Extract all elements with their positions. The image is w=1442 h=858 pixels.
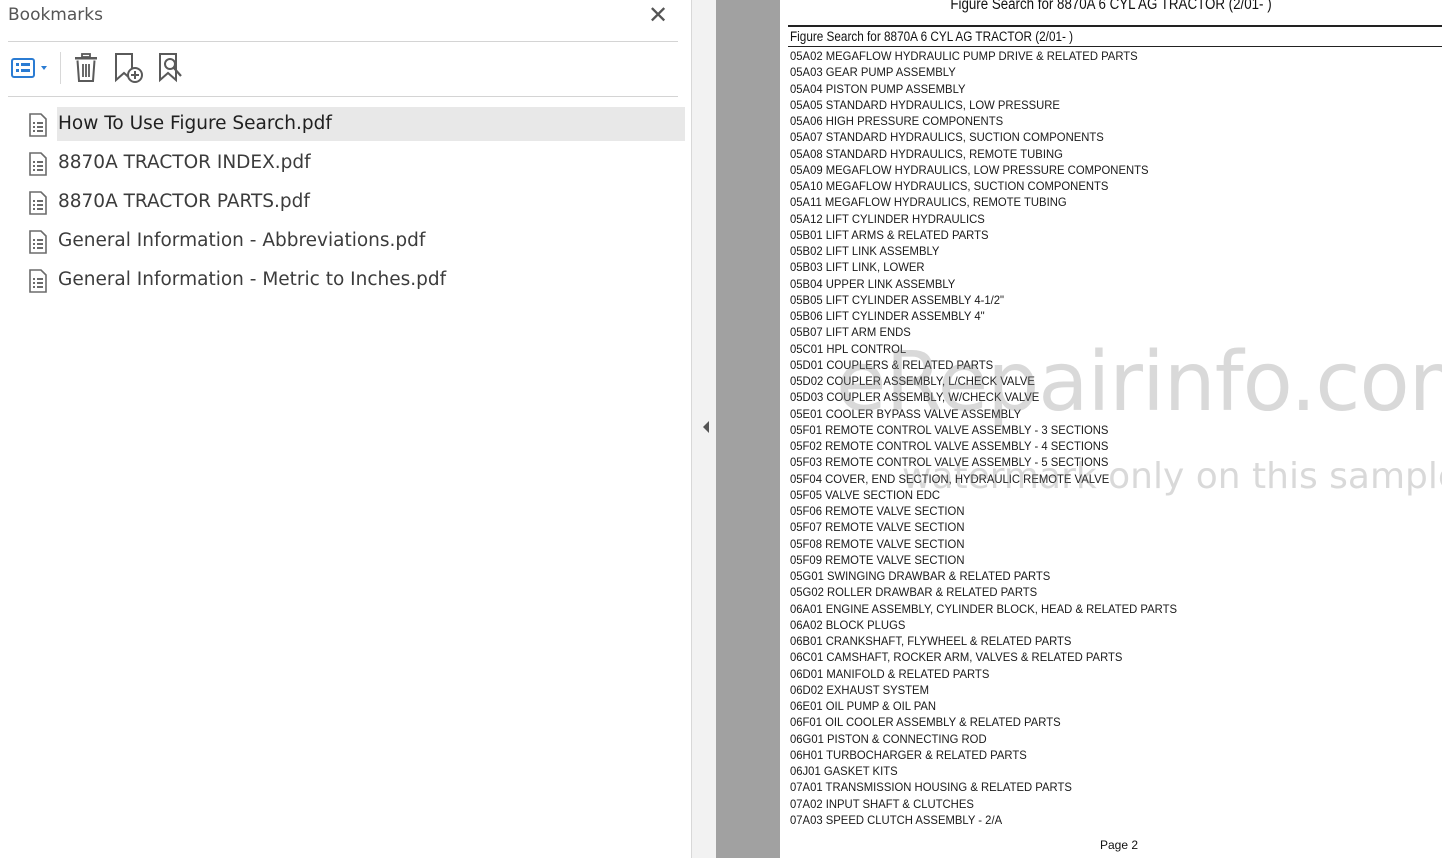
figure-entry[interactable]: 05A07 STANDARD HYDRAULICS, SUCTION COMPO…	[790, 129, 1177, 145]
bookmark-label: General Information - Metric to Inches.p…	[58, 269, 447, 290]
toolbar-divider	[8, 96, 678, 97]
header-divider	[8, 41, 678, 42]
list-options-icon	[11, 58, 47, 78]
document-background	[716, 0, 780, 858]
figure-entry[interactable]: 05A04 PISTON PUMP ASSEMBLY	[790, 81, 1177, 97]
figure-entry[interactable]: 05B01 LIFT ARMS & RELATED PARTS	[790, 227, 1177, 243]
new-bookmark-button[interactable]	[110, 51, 146, 85]
bookmark-label: 8870A TRACTOR PARTS.pdf	[58, 191, 310, 212]
figure-entry[interactable]: 05B05 LIFT CYLINDER ASSEMBLY 4-1/2"	[790, 292, 1177, 308]
figure-entry[interactable]: 06C01 CAMSHAFT, ROCKER ARM, VALVES & REL…	[790, 649, 1177, 665]
figure-entry[interactable]: 06H01 TURBOCHARGER & RELATED PARTS	[790, 747, 1177, 763]
figure-entry[interactable]: 06G01 PISTON & CONNECTING ROD	[790, 731, 1177, 747]
page-number: Page 2	[1100, 838, 1139, 852]
figure-entry[interactable]: 05B04 UPPER LINK ASSEMBLY	[790, 276, 1177, 292]
list-title: Figure Search for 8870A 6 CYL AG TRACTOR…	[790, 29, 1074, 44]
bookmark-from-selection-button[interactable]	[154, 51, 188, 85]
figure-entry[interactable]: 05F09 REMOTE VALVE SECTION	[790, 552, 1177, 568]
figure-entry[interactable]: 06J01 GASKET KITS	[790, 763, 1177, 779]
bookmark-item[interactable]: General Information - Abbreviations.pdf	[0, 223, 692, 262]
watermark-text: eRepairinfo.com	[836, 335, 1442, 430]
watermark-subtext: watermark only on this sample	[902, 456, 1442, 497]
close-panel-button[interactable]: ✕	[646, 3, 670, 27]
figure-entry[interactable]: 05F08 REMOTE VALVE SECTION	[790, 536, 1177, 552]
figure-entry[interactable]: 06F01 OIL COOLER ASSEMBLY & RELATED PART…	[790, 714, 1177, 730]
bookmark-list: How To Use Figure Search.pdf 8870A TRACT…	[0, 106, 692, 301]
bookmark-search-icon	[159, 53, 182, 83]
document-list-icon	[29, 269, 47, 293]
document-list-icon	[29, 152, 47, 176]
figure-entry[interactable]: 05A06 HIGH PRESSURE COMPONENTS	[790, 113, 1177, 129]
document-list-icon	[29, 191, 47, 215]
list-title-rule	[788, 46, 1442, 47]
figure-entry[interactable]: 05A12 LIFT CYLINDER HYDRAULICS	[790, 211, 1177, 227]
figure-list: 05A02 MEGAFLOW HYDRAULIC PUMP DRIVE & RE…	[790, 48, 1202, 828]
figure-entry[interactable]: 06A01 ENGINE ASSEMBLY, CYLINDER BLOCK, H…	[790, 601, 1177, 617]
figure-entry[interactable]: 05G01 SWINGING DRAWBAR & RELATED PARTS	[790, 568, 1177, 584]
figure-entry[interactable]: 05A02 MEGAFLOW HYDRAULIC PUMP DRIVE & RE…	[790, 48, 1177, 64]
bookmark-item[interactable]: General Information - Metric to Inches.p…	[0, 262, 692, 301]
figure-entry[interactable]: 05A05 STANDARD HYDRAULICS, LOW PRESSURE	[790, 97, 1177, 113]
panel-title: Bookmarks	[8, 5, 103, 25]
figure-entry[interactable]: 05A03 GEAR PUMP ASSEMBLY	[790, 64, 1177, 80]
toolbar-separator	[60, 52, 61, 84]
figure-entry[interactable]: 06D01 MANIFOLD & RELATED PARTS	[790, 666, 1177, 682]
add-bookmark-icon	[115, 53, 143, 83]
bookmarks-panel: Bookmarks ✕ How To Use Figure Search.pdf…	[0, 0, 692, 858]
options-dropdown-button[interactable]	[6, 51, 52, 85]
document-list-icon	[29, 230, 47, 254]
bookmark-label: General Information - Abbreviations.pdf	[58, 230, 426, 251]
trash-icon	[75, 53, 97, 82]
figure-entry[interactable]: 05B02 LIFT LINK ASSEMBLY	[790, 243, 1177, 259]
header-rule	[788, 25, 1442, 27]
figure-entry[interactable]: 05B03 LIFT LINK, LOWER	[790, 259, 1177, 275]
figure-entry[interactable]: 05A11 MEGAFLOW HYDRAULICS, REMOTE TUBING	[790, 194, 1177, 210]
pdf-page[interactable]: Figure Search for 8870A 6 CYL AG TRACTOR…	[780, 0, 1442, 858]
bookmark-item[interactable]: 8870A TRACTOR PARTS.pdf	[0, 184, 692, 223]
figure-entry[interactable]: 07A03 SPEED CLUTCH ASSEMBLY - 2/A	[790, 812, 1177, 828]
figure-entry[interactable]: 05A08 STANDARD HYDRAULICS, REMOTE TUBING	[790, 146, 1177, 162]
figure-entry[interactable]: 06B01 CRANKSHAFT, FLYWHEEL & RELATED PAR…	[790, 633, 1177, 649]
figure-entry[interactable]: 05F02 REMOTE CONTROL VALVE ASSEMBLY - 4 …	[790, 438, 1177, 454]
bookmark-item[interactable]: 8870A TRACTOR INDEX.pdf	[0, 145, 692, 184]
delete-bookmark-button[interactable]	[70, 51, 102, 85]
bookmark-label: How To Use Figure Search.pdf	[58, 113, 332, 134]
figure-entry[interactable]: 05A09 MEGAFLOW HYDRAULICS, LOW PRESSURE …	[790, 162, 1177, 178]
bookmark-label: 8870A TRACTOR INDEX.pdf	[58, 152, 311, 173]
figure-entry[interactable]: 05G02 ROLLER DRAWBAR & RELATED PARTS	[790, 584, 1177, 600]
collapse-panel-arrow-icon[interactable]	[701, 420, 711, 434]
figure-entry[interactable]: 07A02 INPUT SHAFT & CLUTCHES	[790, 796, 1177, 812]
figure-entry[interactable]: 06D02 EXHAUST SYSTEM	[790, 682, 1177, 698]
figure-entry[interactable]: 05A10 MEGAFLOW HYDRAULICS, SUCTION COMPO…	[790, 178, 1177, 194]
figure-entry[interactable]: 05F07 REMOTE VALVE SECTION	[790, 519, 1177, 535]
document-list-icon	[29, 113, 47, 137]
figure-entry[interactable]: 05F06 REMOTE VALVE SECTION	[790, 503, 1177, 519]
bookmark-item[interactable]: How To Use Figure Search.pdf	[0, 106, 692, 145]
figure-entry[interactable]: 05B06 LIFT CYLINDER ASSEMBLY 4"	[790, 308, 1177, 324]
bookmarks-toolbar	[0, 48, 692, 88]
figure-entry[interactable]: 07A01 TRANSMISSION HOUSING & RELATED PAR…	[790, 779, 1177, 795]
figure-entry[interactable]: 06E01 OIL PUMP & OIL PAN	[790, 698, 1177, 714]
figure-entry[interactable]: 06A02 BLOCK PLUGS	[790, 617, 1177, 633]
page-header: Figure Search for 8870A 6 CYL AG TRACTOR…	[950, 0, 1272, 13]
